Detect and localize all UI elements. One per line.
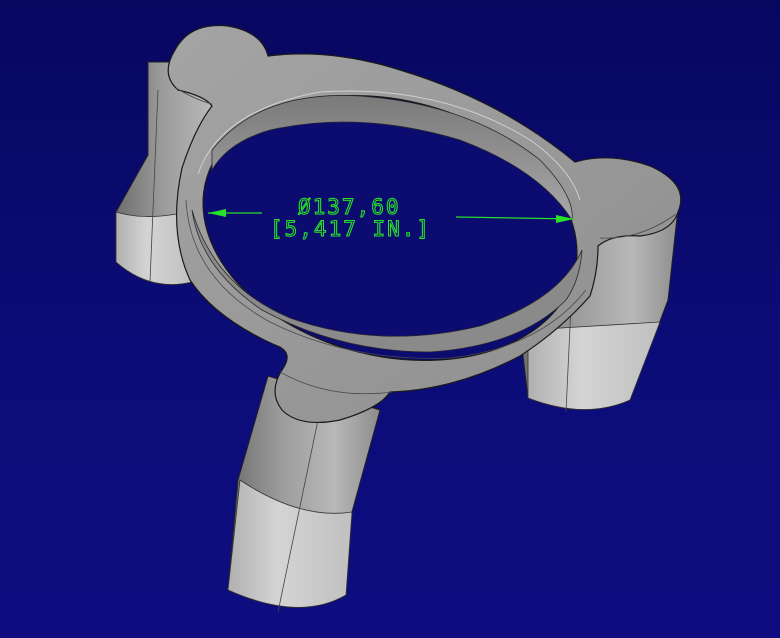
model-canvas[interactable]: Ø137,60 [5,417 IN.]: [0, 0, 780, 638]
cad-viewport[interactable]: Ø137,60 [5,417 IN.]: [0, 0, 780, 638]
dimension-primary-text: Ø137,60: [298, 195, 401, 219]
dimension-secondary-text: [5,417 IN.]: [270, 217, 431, 241]
